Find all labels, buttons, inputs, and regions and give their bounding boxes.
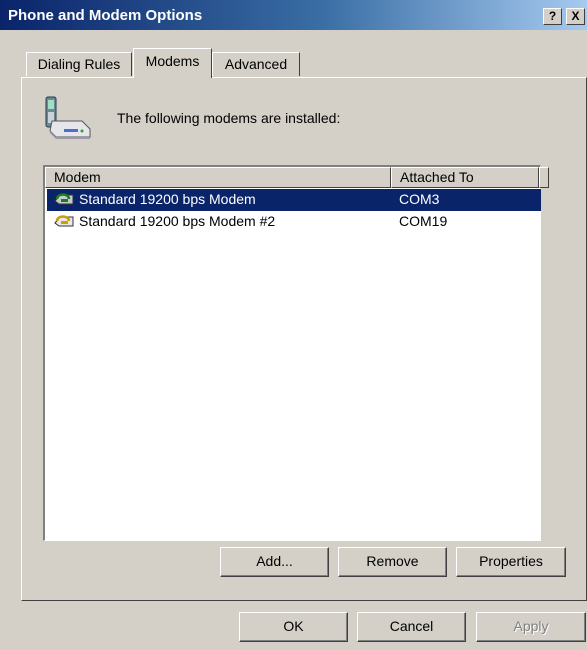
phone-modem-options-dialog: Phone and Modem Options ? X Dialing Rule… [0, 0, 587, 650]
remove-button[interactable]: Remove [338, 547, 447, 577]
help-button[interactable]: ? [543, 8, 562, 25]
apply-button[interactable]: Apply [476, 612, 586, 642]
modem-row[interactable]: Standard 19200 bps Modem COM3 [47, 189, 541, 211]
tab-modems[interactable]: Modems [133, 48, 212, 78]
properties-button[interactable]: Properties [456, 547, 566, 577]
ok-button[interactable]: OK [239, 612, 348, 642]
modem-icon [54, 193, 74, 205]
cancel-button[interactable]: Cancel [357, 612, 466, 642]
column-header-attached-to[interactable]: Attached To [391, 167, 539, 188]
list-header: Modem Attached To [45, 167, 549, 188]
modem-port: COM19 [399, 213, 448, 229]
installed-modems-label: The following modems are installed: [117, 110, 341, 126]
tab-dialing-rules[interactable]: Dialing Rules [26, 52, 132, 76]
tab-advanced[interactable]: Advanced [212, 52, 300, 76]
modem-row[interactable]: Standard 19200 bps Modem #2 COM19 [47, 211, 541, 233]
column-header-modem[interactable]: Modem [45, 167, 391, 188]
phone-modem-icon [45, 96, 91, 139]
title-bar[interactable]: Phone and Modem Options ? X [0, 0, 587, 30]
column-header-filler [539, 167, 549, 188]
modem-port: COM3 [399, 191, 440, 207]
modem-list[interactable]: Modem Attached To Standard 19200 bps Mod… [43, 165, 549, 541]
window-title: Phone and Modem Options [8, 7, 203, 24]
modem-icon [54, 215, 74, 227]
add-button[interactable]: Add... [220, 547, 329, 577]
close-button[interactable]: X [566, 8, 585, 25]
modem-name: Standard 19200 bps Modem [79, 191, 256, 207]
modem-name: Standard 19200 bps Modem #2 [79, 213, 276, 229]
